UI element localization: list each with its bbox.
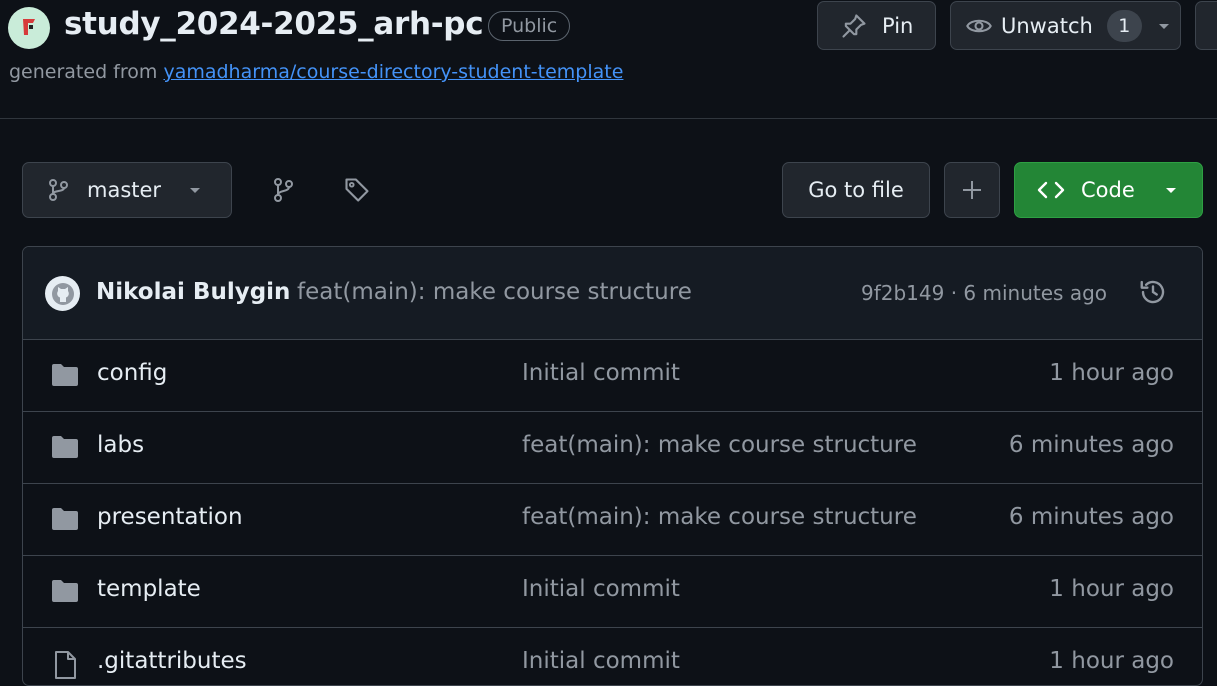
generated-prefix: generated from [9,61,158,83]
chevron-down-icon [1158,23,1169,29]
file-browser: Nikolai Bulygin feat(main): make course … [22,246,1203,686]
pin-label: Pin [882,13,914,38]
branch-selector[interactable]: master [22,162,232,218]
file-commit-message[interactable]: Initial commit [522,648,680,674]
code-label: Code [1081,178,1135,202]
branches-icon [274,178,293,202]
file-icon [55,651,76,679]
file-commit-time: 1 hour ago [1049,360,1174,386]
file-commit-time: 6 minutes ago [1008,504,1174,530]
code-icon [1037,181,1065,199]
file-name[interactable]: labs [97,432,144,458]
pin-icon [842,13,866,38]
history-icon[interactable] [1138,277,1168,307]
file-name[interactable]: config [97,360,167,386]
template-link[interactable]: yamadharma/course-directory-student-temp… [163,61,623,83]
folder-icon [52,364,78,386]
file-commit-time: 1 hour ago [1049,648,1174,674]
file-commit-message[interactable]: feat(main): make course structure [522,432,917,458]
branches-button[interactable] [263,170,303,210]
repo-title[interactable]: study_2024-2025_arh-pc [64,6,484,42]
pin-button[interactable]: Pin [817,1,936,50]
header-divider [0,118,1217,119]
file-commit-message[interactable]: Initial commit [522,360,680,386]
commit-message[interactable]: feat(main): make course structure [297,279,692,305]
branch-icon [49,179,68,201]
owner-logo-icon [23,19,35,35]
go-to-file-button[interactable]: Go to file [782,162,930,218]
file-commit-message[interactable]: feat(main): make course structure [522,504,917,530]
folder-icon [52,580,78,602]
visibility-badge: Public [488,11,571,41]
generated-from: generated from yamadharma/course-directo… [9,61,623,83]
commit-author[interactable]: Nikolai Bulygin [96,279,290,305]
plus-icon [963,181,981,199]
chevron-down-icon [190,188,201,193]
more-actions-button[interactable] [1195,1,1217,50]
file-name[interactable]: presentation [97,504,243,530]
file-name[interactable]: template [97,576,201,602]
owner-avatar[interactable] [8,7,50,49]
tags-button[interactable] [337,170,377,210]
folder-icon [52,436,78,458]
github-icon [51,282,74,305]
author-avatar[interactable] [45,276,80,311]
eye-icon [966,19,992,32]
latest-commit-bar: Nikolai Bulygin feat(main): make course … [23,247,1202,340]
file-commit-message[interactable]: Initial commit [522,576,680,602]
unwatch-label: Unwatch [1001,13,1093,38]
unwatch-button[interactable]: Unwatch 1 [950,1,1181,50]
file-row[interactable]: labs feat(main): make course structure 6… [23,412,1202,484]
tag-icon [345,178,369,202]
file-name[interactable]: .gitattributes [97,648,247,674]
file-row[interactable]: config Initial commit 1 hour ago [23,340,1202,412]
code-button[interactable]: Code [1014,162,1203,218]
file-commit-time: 1 hour ago [1049,576,1174,602]
commit-hash-time[interactable]: 9f2b149 · 6 minutes ago [861,281,1107,305]
chevron-down-icon [1165,188,1176,193]
folder-icon [52,508,78,530]
file-commit-time: 6 minutes ago [1008,432,1174,458]
watch-count: 1 [1106,9,1142,42]
file-row[interactable]: template Initial commit 1 hour ago [23,556,1202,628]
add-file-button[interactable] [944,162,1000,218]
file-row[interactable]: .gitattributes Initial commit 1 hour ago [23,628,1202,685]
file-row[interactable]: presentation feat(main): make course str… [23,484,1202,556]
branch-name: master [87,178,162,202]
